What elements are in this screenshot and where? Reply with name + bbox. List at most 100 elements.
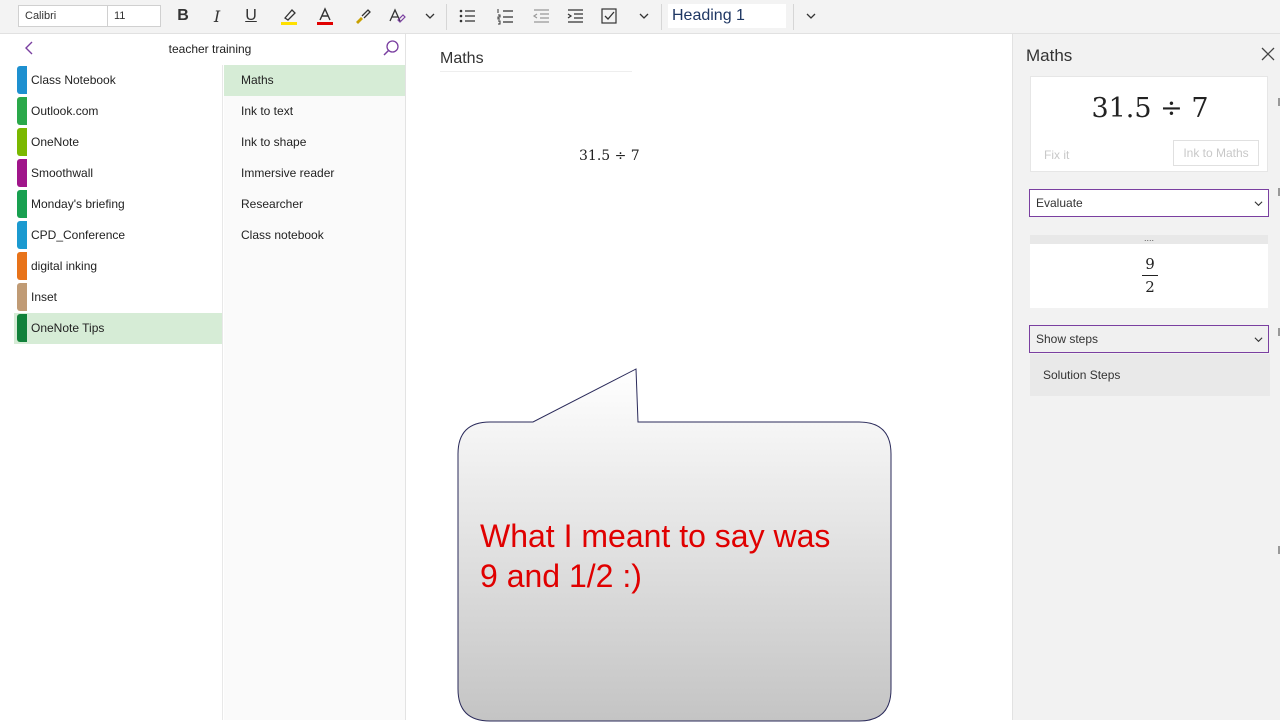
section-label: OneNote Tips (31, 321, 105, 335)
section-color-tab (17, 97, 27, 125)
show-steps-value: Show steps (1036, 332, 1099, 346)
section-item[interactable]: Inset (14, 282, 222, 313)
bubble-text-line: What I meant to say was (480, 518, 831, 554)
bubble-text[interactable]: What I meant to say was 9 and 1/2 :) (480, 516, 880, 596)
outdent-icon (532, 9, 549, 23)
numbering-button[interactable] (492, 4, 518, 28)
chevron-down-icon (806, 13, 816, 19)
section-item[interactable]: Outlook.com (14, 96, 222, 127)
result-card: 9 2 (1030, 244, 1268, 308)
section-label: Outlook.com (31, 104, 99, 118)
ribbon-divider (661, 4, 662, 30)
highlight-button[interactable] (276, 4, 302, 28)
page-item[interactable]: Class notebook (224, 220, 405, 251)
section-item[interactable]: OneNote (14, 127, 222, 158)
result-options-handle[interactable]: .... (1030, 234, 1268, 244)
bullets-button[interactable] (454, 4, 480, 28)
style-dropdown-button[interactable] (798, 4, 824, 28)
section-item[interactable]: Monday's briefing (14, 189, 222, 220)
clear-format-icon (389, 8, 406, 23)
chevron-down-icon (425, 13, 435, 19)
section-list: Class Notebook Outlook.com OneNote Smoot… (14, 65, 223, 720)
page-title[interactable]: Maths (440, 50, 484, 68)
section-item-selected[interactable]: OneNote Tips (14, 313, 222, 344)
page-canvas[interactable]: Maths 31.5 ÷ 7 What I meant to say was 9… (407, 34, 1011, 722)
highlighter-icon (281, 9, 297, 25)
underline-button[interactable]: U (238, 4, 264, 28)
notebook-title[interactable]: teacher training (14, 42, 406, 56)
section-label: CPD_Conference (31, 228, 126, 242)
section-label: digital inking (31, 259, 98, 273)
checkbox-icon (601, 8, 617, 24)
ink-to-maths-button[interactable]: Ink to Maths (1173, 140, 1259, 166)
fraction-bar (1142, 275, 1158, 276)
equation-card: 31.5 ÷ 7 Fix it Ink to Maths (1030, 76, 1268, 172)
page-item[interactable]: Researcher (224, 189, 405, 220)
bubble-text-line: 9 and 1/2 :) (480, 558, 642, 594)
more-format-button[interactable] (417, 4, 443, 28)
ribbon-toolbar: Calibri 11 B I U Heading 1 (0, 0, 1280, 34)
clear-formatting-button[interactable] (383, 4, 409, 28)
page-item[interactable]: Ink to shape (224, 127, 405, 158)
section-label: Class Notebook (31, 73, 116, 87)
show-steps-select[interactable]: Show steps (1029, 325, 1269, 353)
section-label: Inset (31, 290, 58, 304)
font-size-box[interactable]: 11 (107, 5, 161, 27)
fraction-denominator: 2 (1145, 278, 1155, 296)
format-painter-button[interactable] (349, 4, 375, 28)
page-item-selected[interactable]: Maths (224, 65, 405, 96)
numbered-list-icon (497, 9, 513, 25)
section-item[interactable]: Smoothwall (14, 158, 222, 189)
italic-button[interactable]: I (204, 4, 230, 28)
font-color-button[interactable] (312, 4, 338, 28)
search-icon[interactable] (382, 39, 400, 57)
section-item[interactable]: CPD_Conference (14, 220, 222, 251)
section-label: OneNote (31, 135, 80, 149)
section-label: Smoothwall (31, 166, 94, 180)
recognized-equation: 31.5 ÷ 7 (1091, 93, 1209, 124)
maths-pane: Maths 31.5 ÷ 7 Fix it Ink to Maths Evalu… (1012, 34, 1280, 720)
maths-pane-title: Maths (1026, 46, 1073, 65)
section-color-tab (17, 128, 27, 156)
fraction-numerator: 9 (1145, 255, 1155, 273)
close-icon[interactable] (1260, 46, 1276, 62)
bullet-list-icon (459, 9, 475, 23)
more-tags-button[interactable] (631, 4, 657, 28)
font-name-box[interactable]: Calibri (18, 5, 108, 27)
page-item[interactable]: Ink to text (224, 96, 405, 127)
decrease-indent-button[interactable] (528, 4, 554, 28)
section-item[interactable]: digital inking (14, 251, 222, 282)
section-color-tab (17, 283, 27, 311)
action-select[interactable]: Evaluate (1029, 189, 1269, 217)
navigation-pane: teacher training Class Notebook Outlook.… (0, 34, 406, 720)
bold-button[interactable]: B (170, 4, 196, 28)
chevron-down-icon (1254, 201, 1263, 207)
section-color-tab (17, 221, 27, 249)
section-item[interactable]: Class Notebook (14, 65, 222, 96)
page-item[interactable]: Immersive reader (224, 158, 405, 189)
result-fraction: 9 2 (1140, 254, 1160, 297)
font-color-icon (317, 7, 333, 25)
ribbon-divider (446, 4, 447, 30)
style-picker[interactable]: Heading 1 (668, 4, 786, 28)
section-color-tab (17, 314, 27, 342)
section-color-tab (17, 159, 27, 187)
increase-indent-button[interactable] (562, 4, 588, 28)
solution-steps-header[interactable]: Solution Steps (1030, 354, 1270, 396)
section-color-tab (17, 190, 27, 218)
action-select-value: Evaluate (1036, 196, 1083, 210)
notebook-header: teacher training (14, 34, 406, 64)
chevron-down-icon (639, 13, 649, 19)
paintbrush-icon (356, 9, 371, 24)
section-label: Monday's briefing (31, 197, 125, 211)
title-underline (440, 71, 632, 72)
fix-it-link[interactable]: Fix it (1044, 148, 1069, 162)
ink-equation[interactable]: 31.5 ÷ 7 (579, 148, 640, 164)
chevron-down-icon (1254, 337, 1263, 343)
section-color-tab (17, 252, 27, 280)
indent-icon (567, 9, 583, 23)
page-list: Maths Ink to text Ink to shape Immersive… (224, 65, 405, 720)
ribbon-divider (793, 4, 794, 30)
todo-tag-button[interactable] (596, 4, 622, 28)
section-color-tab (17, 66, 27, 94)
